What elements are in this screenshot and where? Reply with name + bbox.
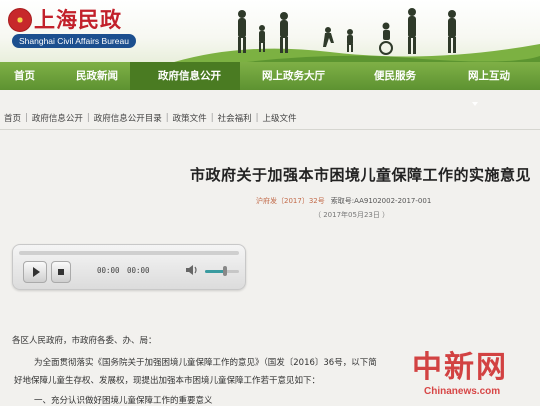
breadcrumb-info-disclosure[interactable]: 政府信息公开 xyxy=(32,112,83,124)
breadcrumb: 首页 | 政府信息公开 | 政府信息公开目录 | 政策文件 | 社会福利 | 上… xyxy=(0,108,540,128)
nav-item-news[interactable]: 民政新闻 xyxy=(46,62,130,90)
article-title: 市政府关于加强本市困境儿童保障工作的实施意见 xyxy=(190,166,532,184)
play-button[interactable] xyxy=(23,261,47,283)
index-number: 索取号:AA9102002-2017-001 xyxy=(330,197,432,205)
site-logo-text[interactable]: 上海民政 xyxy=(34,4,122,34)
volume-icon[interactable] xyxy=(185,264,199,276)
site-english-name: Shanghai Civil Affairs Bureau xyxy=(12,34,136,48)
breadcrumb-separator: | xyxy=(165,113,169,123)
article-meta: 沪府发〔2017〕32号 索取号:AA9102002-2017-001 xyxy=(256,196,431,206)
nav-item-interaction[interactable]: 网上互动 xyxy=(434,62,524,106)
breadcrumb-separator: | xyxy=(25,113,28,123)
nav-item-info-disclosure[interactable]: 政府信息公开 xyxy=(130,62,240,90)
publish-date: （ 2017年05月23日 ） xyxy=(314,211,390,219)
stop-button[interactable] xyxy=(51,261,71,283)
body-paragraph-2: 好地保障儿童生存权、发展权，现提出加强本市困境儿童保障工作若干意见如下： xyxy=(14,376,321,386)
breadcrumb-divider xyxy=(0,129,540,130)
nav-item-online-service-hall[interactable]: 网上政务大厅 xyxy=(240,62,350,90)
family-silhouettes-decoration xyxy=(238,8,456,55)
breadcrumb-separator: | xyxy=(86,113,90,123)
audio-progress-track[interactable] xyxy=(19,251,239,255)
breadcrumb-separator: | xyxy=(210,113,214,123)
site-header: 上海民政 Shanghai Civil Affairs Bureau xyxy=(0,0,540,62)
section-heading-1: 一、充分认识做好困境儿童保障工作的重要意义 xyxy=(34,396,213,406)
breadcrumb-separator: | xyxy=(255,113,259,123)
audio-player: 00:00 00:00 xyxy=(12,244,246,290)
nav-item-home[interactable]: 首页 xyxy=(0,62,46,90)
breadcrumb-superior-docs[interactable]: 上级文件 xyxy=(262,112,296,124)
nav-item-convenience-services[interactable]: 便民服务 xyxy=(350,62,434,90)
document-number: 沪府发〔2017〕32号 xyxy=(256,197,325,205)
volume-slider-fill xyxy=(205,270,226,273)
total-time: 00:00 xyxy=(127,266,150,275)
breadcrumb-policy-docs[interactable]: 政策文件 xyxy=(173,112,207,124)
watermark-logo: 中新网 xyxy=(412,350,508,385)
body-paragraph-1: 为全面贯彻落实《国务院关于加强困境儿童保障工作的意见》（国发〔2016〕36号，… xyxy=(34,358,377,368)
emblem-icon xyxy=(8,8,32,32)
volume-slider[interactable] xyxy=(205,270,239,273)
breadcrumb-info-catalog[interactable]: 政府信息公开目录 xyxy=(94,112,162,124)
volume-slider-knob[interactable] xyxy=(223,266,228,276)
chevron-down-icon xyxy=(472,102,478,106)
breadcrumb-home[interactable]: 首页 xyxy=(4,112,21,124)
main-nav: 首页 民政新闻 政府信息公开 网上政务大厅 便民服务 网上互动 xyxy=(0,62,540,106)
current-time: 00:00 xyxy=(97,266,120,275)
breadcrumb-social-welfare[interactable]: 社会福利 xyxy=(218,112,252,124)
salutation: 各区人民政府，市政府各委、办、局： xyxy=(12,336,157,346)
watermark-url: Chinanews.com xyxy=(424,386,501,397)
nav-item-interaction-label: 网上互动 xyxy=(468,70,510,82)
